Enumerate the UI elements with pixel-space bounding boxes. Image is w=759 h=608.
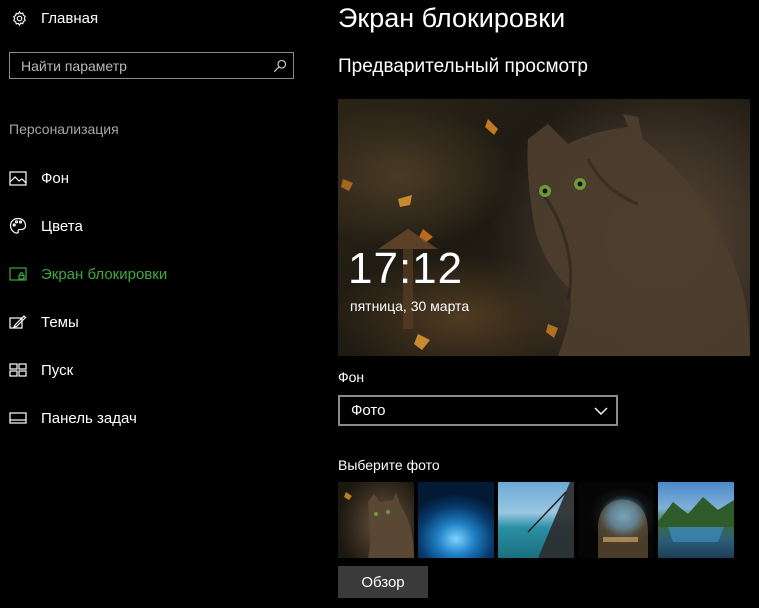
home-link[interactable]: Главная [9,8,98,28]
picture-icon [9,169,27,187]
browse-button[interactable]: Обзор [338,566,428,598]
background-label: Фон [338,369,365,385]
page-title: Экран блокировки [338,3,566,33]
search-input[interactable] [10,57,267,74]
chevron-down-icon [594,402,608,420]
sidebar-item-colors[interactable]: Цвета [9,202,309,250]
sidebar-item-label: Экран блокировки [41,265,168,283]
taskbar-icon [9,409,27,427]
sidebar-item-label: Цвета [41,217,83,235]
sidebar-item-label: Темы [41,313,79,331]
preview-title: Предварительный просмотр [338,56,588,77]
palette-icon [9,217,27,235]
preview-wallpaper-image [341,114,750,356]
lock-screen-preview: 17:12 пятница, 30 марта [338,99,750,356]
background-dropdown[interactable]: Фото [338,395,618,426]
photo-thumbnail-beach[interactable] [498,482,574,558]
sidebar-item-label: Фон [41,169,70,187]
start-icon [9,361,27,379]
photo-thumbnail-ice-cave[interactable] [418,482,494,558]
gear-icon [9,8,29,28]
sidebar-item-taskbar[interactable]: Панель задач [9,394,309,442]
photo-thumbnails [338,482,734,558]
lock-screen-icon [9,265,27,283]
photo-thumbnail-arch[interactable] [578,482,654,558]
preview-date: пятница, 30 марта [350,298,470,314]
sidebar-item-start[interactable]: Пуск [9,346,309,394]
themes-icon [9,313,27,331]
search-icon[interactable] [267,53,293,78]
section-label: Персонализация [9,121,119,137]
photo-thumbnail-cat[interactable] [338,482,414,558]
sidebar-item-label: Пуск [41,361,74,379]
sidebar-nav: Фон Цвета Экран блокировки Темы Пуск Пан… [9,154,309,442]
sidebar-item-themes[interactable]: Темы [9,298,309,346]
home-label: Главная [41,9,99,27]
sidebar-item-label: Панель задач [41,409,137,427]
search-box[interactable] [9,52,294,79]
sidebar-item-lock-screen[interactable]: Экран блокировки [9,250,309,298]
photo-thumbnail-lake[interactable] [658,482,734,558]
background-dropdown-value: Фото [351,402,386,419]
preview-time: 17:12 [348,244,464,293]
sidebar-item-background[interactable]: Фон [9,154,309,202]
choose-photo-label: Выберите фото [338,457,440,473]
